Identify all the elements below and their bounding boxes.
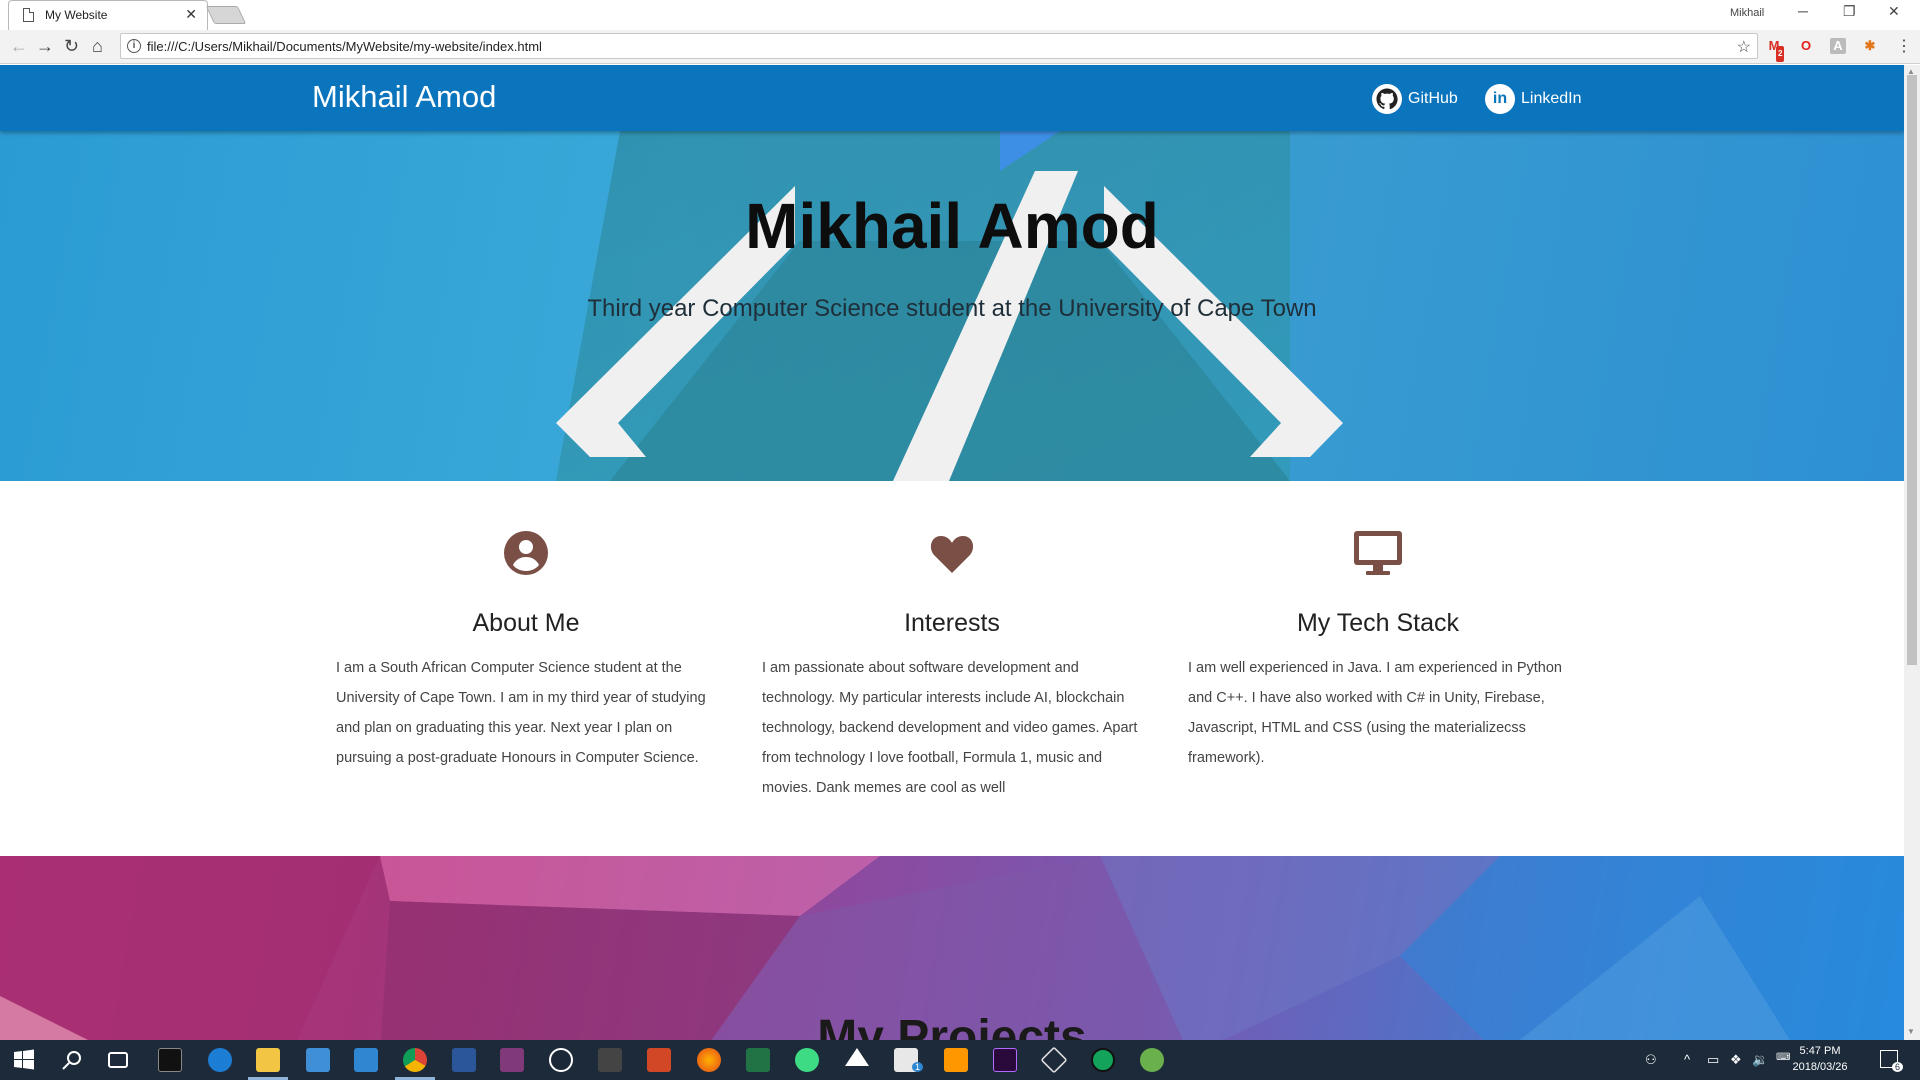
- clock-date: 2018/03/26: [1792, 1061, 1848, 1073]
- premiere-icon[interactable]: [993, 1048, 1017, 1072]
- forward-icon[interactable]: →: [36, 36, 54, 57]
- back-icon[interactable]: ←: [10, 36, 28, 57]
- task-view-icon[interactable]: [108, 1052, 128, 1068]
- window-close-icon[interactable]: ✕: [1888, 3, 1900, 20]
- dropbox-icon[interactable]: ❖: [1730, 1052, 1742, 1068]
- windows-taskbar: 1 ⚇ ^ ▭ ❖ 🔉 ⌨ 5:47 PM 2018/03/26 6: [0, 1040, 1920, 1080]
- feature-text: I am well experienced in Java. I am expe…: [1188, 660, 1562, 766]
- gitkraken-icon[interactable]: [1091, 1048, 1115, 1072]
- excel-icon[interactable]: [746, 1048, 770, 1072]
- tab-title: My Website: [45, 8, 108, 22]
- bookmark-star-icon[interactable]: ☆: [1737, 37, 1751, 57]
- home-icon[interactable]: ⌂: [92, 36, 103, 57]
- site-navbar: Mikhail Amod GitHub in LinkedIn: [0, 65, 1904, 131]
- calculator-icon[interactable]: [598, 1048, 622, 1072]
- tray-chevron-icon[interactable]: ^: [1684, 1052, 1690, 1067]
- taskbar-clock[interactable]: 5:47 PM 2018/03/26: [1780, 1043, 1860, 1075]
- gmail-extension-icon[interactable]: M2: [1766, 38, 1785, 62]
- android-studio-icon[interactable]: [795, 1048, 819, 1072]
- notification-count-badge: 6: [1892, 1062, 1904, 1072]
- projects-title: My Projects: [817, 1011, 1087, 1040]
- heart-icon: [762, 529, 1142, 579]
- gmail-badge: 2: [1776, 46, 1785, 62]
- page-icon: [23, 8, 34, 22]
- mail-icon[interactable]: [354, 1048, 378, 1072]
- feature-text: I am passionate about software developme…: [762, 660, 1138, 796]
- nav-linkedin-label: LinkedIn: [1521, 90, 1582, 107]
- firefox-icon[interactable]: [697, 1048, 721, 1072]
- metamask-extension-icon[interactable]: ✱: [1862, 38, 1878, 54]
- projects-section: My Projects: [0, 856, 1904, 1040]
- new-tab-button[interactable]: [205, 6, 247, 24]
- nav-github-label: GitHub: [1408, 90, 1458, 107]
- account-circle-icon: [336, 529, 716, 579]
- github-icon: [1372, 84, 1402, 114]
- restore-icon[interactable]: ❐: [1843, 3, 1856, 20]
- feature-title: About Me: [472, 609, 580, 637]
- nav-linkedin-link[interactable]: in LinkedIn: [1485, 83, 1582, 115]
- window-user-name[interactable]: Mikhail: [1730, 7, 1764, 19]
- nav-github-link[interactable]: GitHub: [1372, 83, 1458, 115]
- powerpoint-icon[interactable]: [647, 1048, 671, 1072]
- utorrent-icon[interactable]: [1140, 1048, 1164, 1072]
- sublime-text-icon[interactable]: [944, 1048, 968, 1072]
- browser-tab[interactable]: My Website ✕: [8, 0, 208, 30]
- browser-toolbar: ← → ↻ ⌂ i file:///C:/Users/Mikhail/Docum…: [0, 30, 1920, 64]
- search-icon[interactable]: [60, 1048, 84, 1072]
- page-viewport: Mikhail Amod GitHub in LinkedIn Mikhail …: [0, 65, 1904, 1040]
- opera-extension-icon[interactable]: O: [1798, 38, 1814, 54]
- onenote-icon[interactable]: [500, 1048, 524, 1072]
- features-section: About Me I am a South African Computer S…: [0, 481, 1904, 856]
- linkedin-icon: in: [1485, 84, 1515, 114]
- feature-title: Interests: [904, 609, 1000, 637]
- page-scrollbar[interactable]: ▲ ▼: [1904, 65, 1920, 1040]
- site-info-icon[interactable]: i: [127, 39, 141, 53]
- terminal-icon[interactable]: [158, 1048, 182, 1072]
- address-bar[interactable]: i file:///C:/Users/Mikhail/Documents/MyW…: [120, 33, 1758, 59]
- scrollbar-thumb[interactable]: [1907, 75, 1917, 665]
- people-icon[interactable]: ⚇: [1645, 1052, 1657, 1068]
- hero-subtitle: Third year Computer Science student at t…: [587, 295, 1317, 322]
- desktop-monitor-icon: [1188, 529, 1568, 579]
- volume-icon[interactable]: 🔉: [1752, 1052, 1768, 1068]
- mail-app-badge: 1: [912, 1062, 924, 1072]
- steam-icon[interactable]: [549, 1048, 573, 1072]
- store-icon[interactable]: [306, 1048, 330, 1072]
- hero-banner: Mikhail Amod Third year Computer Science…: [0, 131, 1904, 481]
- brand-logo[interactable]: Mikhail Amod: [312, 79, 496, 115]
- file-explorer-icon[interactable]: [256, 1048, 280, 1072]
- reload-icon[interactable]: ↻: [64, 36, 79, 57]
- feature-title: My Tech Stack: [1296, 609, 1460, 637]
- tab-close-icon[interactable]: ✕: [185, 6, 197, 23]
- windows-start-icon[interactable]: [12, 1048, 36, 1072]
- chrome-icon[interactable]: [403, 1048, 427, 1072]
- tab-strip: My Website ✕ Mikhail ─ ❐ ✕: [0, 0, 1920, 30]
- generic-extension-icon[interactable]: A: [1830, 38, 1846, 54]
- url-text[interactable]: file:///C:/Users/Mikhail/Documents/MyWeb…: [147, 39, 542, 54]
- unity-icon[interactable]: [845, 1048, 869, 1066]
- network-icon[interactable]: ▭: [1707, 1052, 1719, 1068]
- word-icon[interactable]: [452, 1048, 476, 1072]
- menu-icon[interactable]: ⋮: [1896, 36, 1912, 56]
- virtualbox-icon[interactable]: [1040, 1046, 1068, 1074]
- minimize-icon[interactable]: ─: [1798, 3, 1808, 19]
- hero-title: Mikhail Amod: [745, 190, 1159, 262]
- feature-text: I am a South African Computer Science st…: [336, 660, 706, 766]
- clock-time: 5:47 PM: [1799, 1045, 1841, 1057]
- scroll-down-arrow-icon[interactable]: ▼: [1907, 1027, 1915, 1036]
- edge-icon[interactable]: [208, 1048, 232, 1072]
